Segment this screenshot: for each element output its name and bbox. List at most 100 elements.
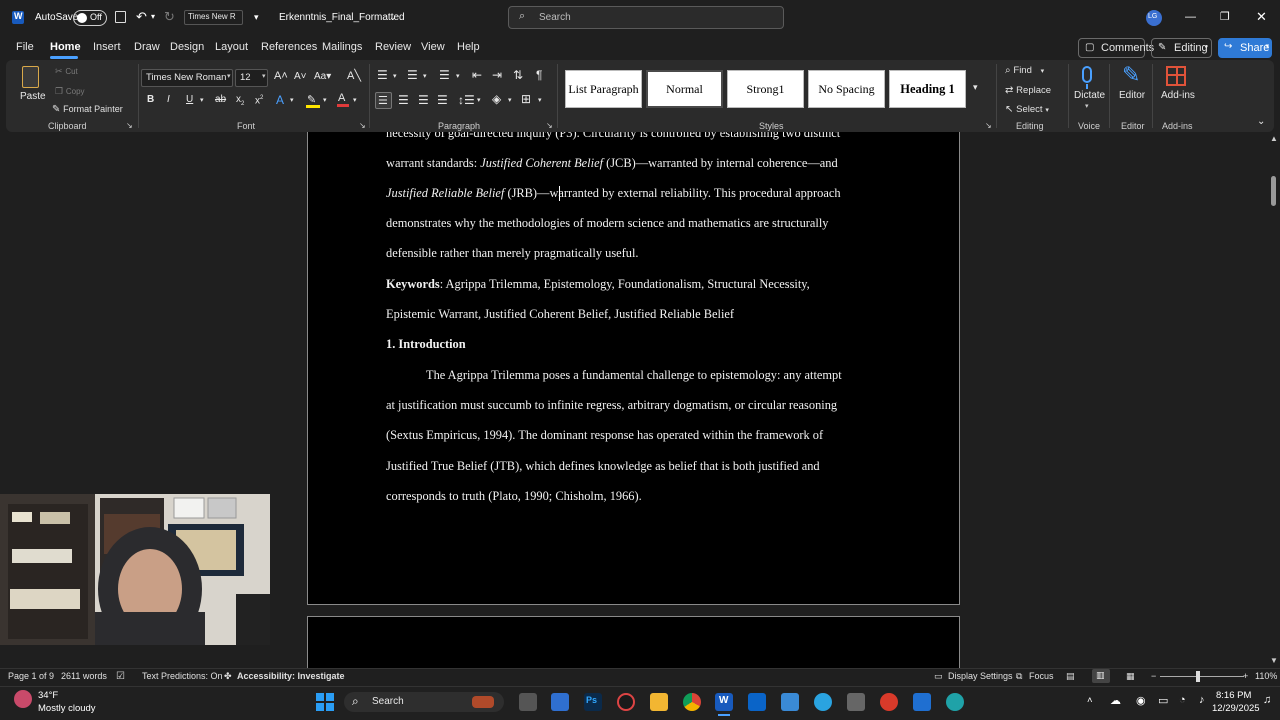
style-no-spacing[interactable]: No Spacing [808,70,885,108]
weather-desc[interactable]: Mostly cloudy [38,703,96,714]
focus-icon[interactable]: ⧉ [1016,671,1022,682]
wifi-icon[interactable]: ◔ [1179,694,1186,706]
numbering-dropdown-icon[interactable]: ▾ [423,73,427,80]
redo-icon[interactable]: ↻ [164,9,175,25]
comments-button[interactable]: ▢ Comments [1078,38,1154,58]
line-spacing-icon[interactable]: ↕☰ [458,94,475,106]
zoom-slider[interactable] [1160,676,1244,677]
text-predictions[interactable]: Text Predictions: On [142,671,223,681]
line-spacing-dropdown-icon[interactable]: ▾ [477,97,481,104]
undo-dropdown-icon[interactable]: ▾ [151,12,155,21]
photoshop-icon[interactable]: Ps [584,693,602,711]
superscript-icon[interactable]: x2 [255,95,263,106]
zoom-out-icon[interactable]: − [1151,671,1156,681]
align-center-icon[interactable]: ☰ [398,94,409,106]
word-count[interactable]: 2611 words [61,671,107,681]
text-effects-icon[interactable]: A [276,94,284,106]
mic-icon[interactable]: ◉ [1136,694,1146,707]
paste-button[interactable]: Paste [18,64,46,104]
document-page[interactable]: necessity of goal-directed inquiry (P3).… [307,132,960,605]
show-formatting-icon[interactable]: ¶ [536,69,542,81]
increase-indent-icon[interactable]: ⇥ [492,69,502,81]
subscript-icon[interactable]: x2 [236,95,244,108]
minimize-icon[interactable]: — [1185,11,1196,23]
borders-icon[interactable]: ⊞ [521,93,531,105]
replace-button[interactable]: ⇄ Replace [1005,85,1051,96]
grow-font-icon[interactable]: A˄ [274,71,288,82]
style-strong[interactable]: Strong1 [727,70,804,108]
share-button[interactable]: ↪ Share ▾ [1218,38,1272,58]
title-chevron-icon[interactable]: ⌄ [389,12,397,23]
word-taskbar-icon[interactable]: W [715,693,733,711]
clear-formatting-icon[interactable]: A╲ [347,71,361,82]
highlight-dropdown-icon[interactable]: ▾ [323,97,327,104]
tab-review[interactable]: Review [375,41,411,53]
display-settings[interactable]: Display Settings [948,671,1013,681]
app-icon-3[interactable] [913,693,931,711]
tab-file[interactable]: File [16,41,34,53]
justify-icon[interactable]: ☰ [437,94,448,106]
clock-time[interactable]: 8:16 PM [1216,690,1251,701]
scrollbar-thumb[interactable] [1271,176,1276,206]
proofing-icon[interactable]: ☑ [116,671,125,682]
close-icon[interactable]: ✕ [1256,9,1267,25]
tab-design[interactable]: Design [170,41,204,53]
zoom-slider-thumb[interactable] [1196,671,1200,682]
italic-icon[interactable]: I [167,95,170,105]
font-color-dropdown-icon[interactable]: ▾ [353,97,357,104]
change-case-icon[interactable]: Aa▾ [314,72,331,82]
restore-icon[interactable]: ❐ [1220,10,1230,23]
shading-icon[interactable]: ◈ [492,93,501,105]
windows-start-icon[interactable] [316,693,334,711]
read-mode-icon[interactable]: ▤ [1066,671,1075,682]
multilevel-dropdown-icon[interactable]: ▾ [456,73,460,80]
zoom-level[interactable]: 110% [1255,671,1277,681]
bullets-icon[interactable]: ☰ [377,69,388,81]
outlook-icon[interactable] [748,693,766,711]
snipping-icon[interactable] [847,693,865,711]
tab-references[interactable]: References [261,41,317,53]
accessibility-status[interactable]: Accessibility: Investigate [237,671,345,681]
style-heading-1[interactable]: Heading 1 [889,70,966,108]
shrink-font-icon[interactable]: A˅ [294,72,307,82]
tab-view[interactable]: View [421,41,445,53]
bullets-dropdown-icon[interactable]: ▾ [393,73,397,80]
zoom-in-icon[interactable]: + [1243,671,1248,681]
format-painter-button[interactable]: ✎ Format Painter [52,104,123,115]
select-button[interactable]: ↖ Select ▾ [1005,104,1049,115]
tab-home[interactable]: Home [50,41,81,53]
style-normal[interactable]: Normal [646,70,723,108]
focus-mode[interactable]: Focus [1029,671,1054,681]
numbering-icon[interactable]: ☰ [407,69,418,81]
style-list-paragraph[interactable]: List Paragraph [565,70,642,108]
tray-chevron-icon[interactable]: ˄ [1087,695,1093,706]
addins-button[interactable]: Add-ins [1158,64,1196,110]
editing-mode-button[interactable]: ✎ Editing ▾ [1151,38,1212,58]
quick-font-combo[interactable]: Times New R [184,10,243,25]
cut-button[interactable]: ✂ Cut [55,66,78,77]
copy-button[interactable]: ❐ Copy [55,86,85,97]
font-name-combo[interactable]: Times New Roman [141,69,233,87]
font-launcher-icon[interactable]: ↘ [359,121,366,130]
find-button[interactable]: ⌕ Find ▾ [1005,65,1044,76]
decrease-indent-icon[interactable]: ⇤ [472,69,482,81]
align-left-button[interactable]: ☰ [375,92,392,109]
clipboard-launcher-icon[interactable]: ↘ [126,121,133,130]
underline-dropdown-icon[interactable]: ▾ [200,97,204,104]
font-color-icon[interactable]: A [337,92,349,107]
onedrive-icon[interactable]: ☁ [1110,694,1121,707]
search-box[interactable]: ⌕ Search [508,6,784,29]
display-settings-icon[interactable]: ▭ [934,671,943,682]
tab-draw[interactable]: Draw [134,41,160,53]
page-count[interactable]: Page 1 of 9 [8,671,54,681]
styles-gallery-more-icon[interactable]: ▾ [973,83,978,92]
tab-insert[interactable]: Insert [93,41,121,53]
borders-dropdown-icon[interactable]: ▾ [538,97,542,104]
app-icon[interactable] [617,693,635,711]
file-explorer-icon[interactable] [650,693,668,711]
undo-icon[interactable]: ↶ [136,9,147,25]
notification-bell-icon[interactable]: ♫ [1263,694,1271,706]
tab-help[interactable]: Help [457,41,480,53]
customize-toolbar-icon[interactable]: ▾ [254,12,259,23]
bold-icon[interactable]: B [147,95,154,105]
